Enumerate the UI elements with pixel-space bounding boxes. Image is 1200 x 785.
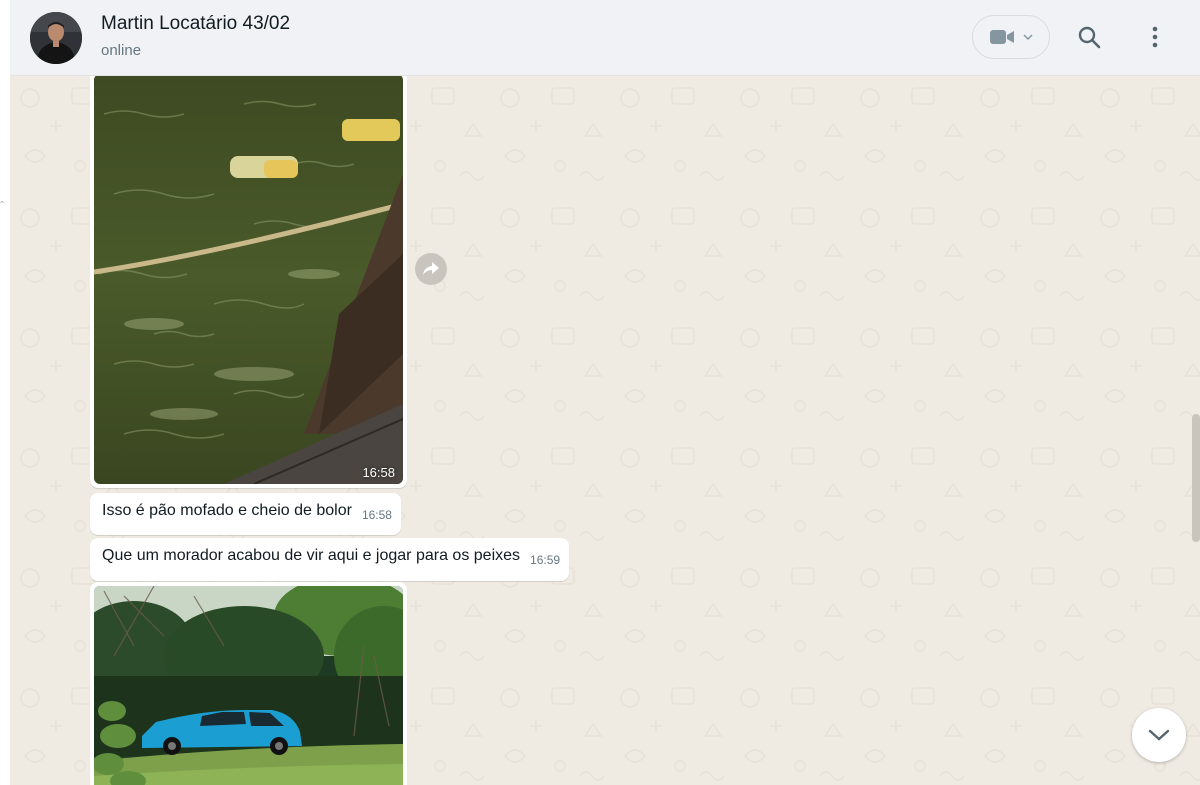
blue-car-in-park-image	[94, 586, 403, 785]
search-icon	[1078, 26, 1101, 49]
image-message-bubble[interactable]: 16:58	[90, 76, 407, 488]
message-time: 16:59	[530, 553, 561, 567]
scrollbar-thumb[interactable]	[1192, 414, 1200, 542]
chevron-down-icon	[1023, 34, 1033, 41]
scroll-to-bottom-button[interactable]	[1132, 708, 1186, 762]
menu-button[interactable]	[1138, 20, 1172, 54]
text-message-bubble[interactable]: Que um morador acabou de vir aqui e joga…	[90, 538, 570, 581]
video-camera-icon	[990, 30, 1014, 44]
image-park-photo[interactable]	[94, 586, 403, 785]
chat-header[interactable]: Martin Locatário 43/02 online	[10, 0, 1200, 76]
forward-icon	[423, 262, 439, 275]
search-button[interactable]	[1072, 20, 1106, 54]
avatar[interactable]	[30, 12, 82, 64]
image-river-photo[interactable]: 16:58	[94, 76, 403, 484]
video-call-button[interactable]	[972, 15, 1050, 59]
chevron-down-icon	[1148, 729, 1170, 741]
message-text: Isso é pão mofado e cheio de bolor	[102, 502, 352, 519]
resize-handle-icon[interactable]: ˆ	[0, 196, 4, 216]
text-message-bubble[interactable]: Isso é pão mofado e cheio de bolor 16:58	[90, 493, 401, 535]
message-text: Que um morador acabou de vir aqui e joga…	[102, 547, 521, 564]
contact-name[interactable]: Martin Locatário 43/02	[101, 13, 290, 35]
left-edge-strip: ˆ	[0, 0, 10, 785]
chat-messages-area[interactable]: 16:58 Isso é pão mofado e cheio de bolor…	[10, 76, 1200, 785]
river-water-with-bread-image	[94, 76, 403, 484]
contact-status: online	[101, 42, 142, 59]
forward-button[interactable]	[415, 253, 447, 285]
whatsapp-chat-window: ˆ Martin Locatário 43/02 online 16:58 Is…	[0, 0, 1200, 785]
message-time: 16:58	[362, 465, 395, 480]
message-time: 16:58	[361, 508, 392, 522]
kebab-menu-icon	[1152, 26, 1158, 48]
avatar-photo	[30, 12, 82, 64]
image-message-bubble[interactable]	[90, 582, 407, 785]
